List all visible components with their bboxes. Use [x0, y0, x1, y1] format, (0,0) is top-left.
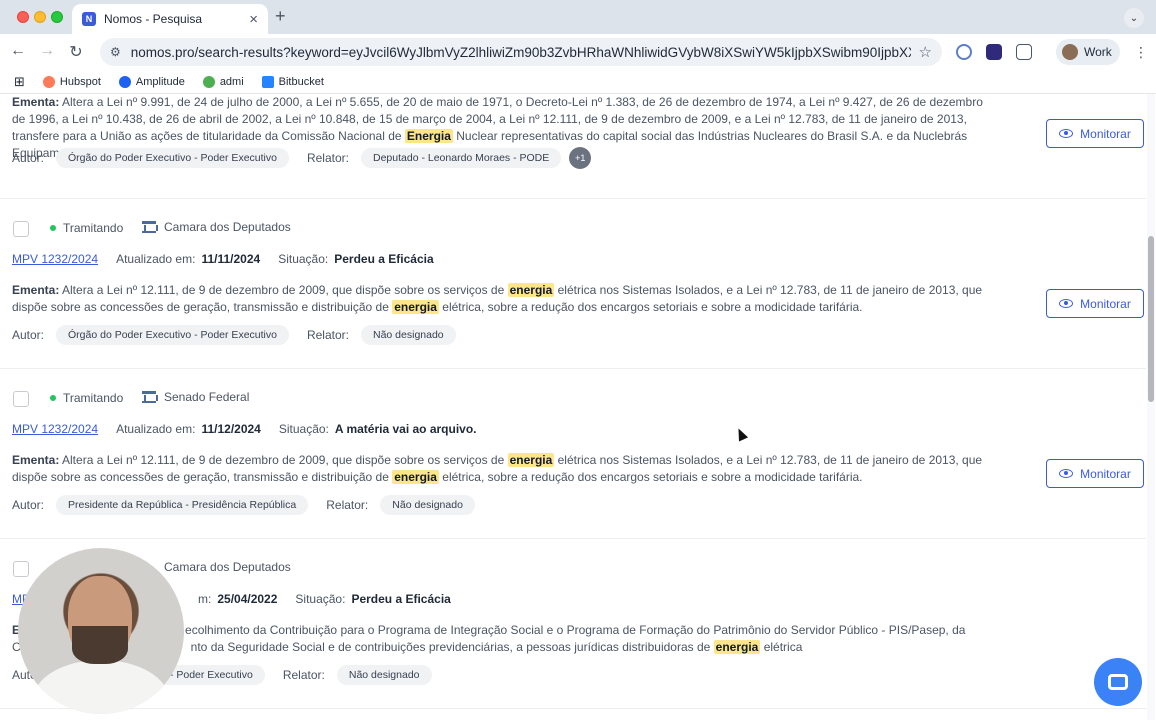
highlight-term: energia — [713, 640, 761, 654]
relator-pill[interactable]: Não designado — [361, 325, 456, 345]
highlight-term: energia — [392, 300, 439, 314]
chat-support-button[interactable] — [1094, 658, 1142, 706]
scrollbar-thumb[interactable] — [1148, 236, 1154, 402]
reload-icon[interactable]: ↻ — [66, 42, 86, 62]
hubspot-icon — [42, 75, 55, 88]
author-row: Autor: Presidente da República - Presidê… — [12, 495, 475, 515]
extension-2-icon[interactable] — [986, 44, 1002, 60]
select-checkbox[interactable] — [13, 221, 29, 237]
select-checkbox[interactable] — [13, 391, 29, 407]
result-card: Ementa: Altera a Lei nº 9.991, de 24 de … — [0, 94, 1146, 199]
relator-pill[interactable]: Não designado — [336, 665, 432, 685]
highlight-term: energia — [507, 283, 555, 297]
author-row: Autor: Órgão do Poder Executivo - Poder … — [12, 147, 592, 169]
status-dot-icon — [50, 395, 56, 401]
highlight-term: Energia — [404, 129, 453, 143]
bookmarks-bar: ⊞ Hubspot Amplitude admi Bitbucket — [0, 70, 1156, 94]
ementa-text: Ementa: Altera a Lei nº 12.111, de 9 de … — [12, 453, 983, 484]
close-window-button[interactable] — [17, 11, 29, 23]
monitor-button[interactable]: Monitorar — [1046, 119, 1144, 148]
chat-bubble-icon — [1108, 674, 1128, 690]
presenter-shoulders — [33, 660, 169, 714]
tab-search-chevron-icon[interactable]: ⌄ — [1124, 8, 1144, 28]
nomos-favicon-icon: N — [82, 12, 96, 26]
meta-row: MPV 1232/2024 Atualizado em: 11/12/2024 S… — [12, 422, 477, 436]
forward-arrow-icon[interactable]: → — [37, 42, 57, 60]
profile-label: Work — [1084, 45, 1112, 59]
select-checkbox[interactable] — [13, 561, 29, 577]
maximize-window-button[interactable] — [51, 11, 63, 23]
monitor-button[interactable]: Monitorar — [1046, 289, 1144, 318]
house-label: Camara dos Deputados — [142, 220, 291, 234]
more-relators-badge[interactable]: +1 — [569, 147, 592, 169]
house-label: Senado Federal — [142, 390, 249, 404]
bookmark-amplitude[interactable]: Amplitude — [118, 75, 185, 88]
browser-toolbar: ← → ↻ ⚙ nomos.pro/search-results?keyword… — [0, 34, 1156, 70]
page-scrollbar[interactable] — [1147, 94, 1155, 720]
bookmark-bitbucket[interactable]: Bitbucket — [261, 75, 324, 88]
browser-menu-icon[interactable]: ⋮ — [1134, 44, 1148, 61]
author-pill[interactable]: Órgão do Poder Executivo - Poder Executi… — [56, 148, 289, 168]
highlight-term: energia — [507, 453, 555, 467]
result-card: Tramitando Camara dos Deputados Monitora… — [0, 119, 1146, 369]
minimize-window-button[interactable] — [34, 11, 46, 23]
browser-tab-strip: N Nomos - Pesquisa × + ⌄ — [0, 0, 1156, 34]
status-dot-icon — [50, 225, 56, 231]
highlight-term: energia — [392, 470, 439, 484]
author-row: Autor: Órgão do Poder Executivo - Poder … — [12, 325, 456, 345]
back-arrow-icon[interactable]: ← — [8, 42, 28, 60]
relator-pill[interactable]: Não designado — [380, 495, 475, 515]
monitor-button[interactable]: Monitorar — [1046, 459, 1144, 488]
amplitude-icon — [118, 75, 131, 88]
extension-1-icon[interactable] — [956, 44, 972, 60]
close-tab-icon[interactable]: × — [249, 11, 258, 28]
apps-grid-icon[interactable]: ⊞ — [14, 74, 25, 90]
url-text[interactable]: nomos.pro/search-results?keyword=eyJvcil… — [131, 45, 911, 60]
status-indicator: Tramitando — [50, 391, 123, 405]
meta-row: MPV 1232/2024 Atualizado em: 11/11/2024 S… — [12, 252, 434, 266]
author-pill[interactable]: Presidente da República - Presidência Re… — [56, 495, 309, 515]
status-indicator: Tramitando — [50, 221, 123, 235]
profile-avatar — [1062, 44, 1078, 60]
ementa-text: Ementa: Altera a Lei nº 12.111, de 9 de … — [12, 283, 983, 314]
result-card: Tramitando Senado Federal Monitorar MPV … — [0, 289, 1146, 539]
webcam-overlay — [18, 548, 184, 714]
relator-pill[interactable]: Deputado - Leonardo Moraes - PODE — [361, 148, 562, 168]
bookmark-star-icon[interactable]: ☆ — [919, 43, 932, 61]
proposition-link[interactable]: MPV 1232/2024 — [12, 252, 98, 266]
admi-icon — [202, 75, 215, 88]
address-bar[interactable]: ⚙ nomos.pro/search-results?keyword=eyJvc… — [100, 38, 942, 66]
bookmark-hubspot[interactable]: Hubspot — [42, 75, 101, 88]
institution-icon — [142, 391, 158, 403]
eye-icon — [1059, 469, 1074, 478]
house-label: Camara dos Deputados — [164, 560, 291, 574]
eye-icon — [1059, 299, 1074, 308]
bitbucket-icon — [261, 75, 274, 88]
new-tab-icon[interactable]: + — [275, 6, 286, 27]
profile-button[interactable]: Work — [1056, 39, 1120, 65]
extensions-puzzle-icon[interactable] — [1016, 44, 1032, 60]
tab-title: Nomos - Pesquisa — [104, 12, 203, 26]
author-pill[interactable]: Órgão do Poder Executivo - Poder Executi… — [56, 325, 289, 345]
bookmark-admi[interactable]: admi — [202, 75, 244, 88]
proposition-link[interactable]: MPV 1232/2024 — [12, 422, 98, 436]
site-settings-icon[interactable]: ⚙ — [110, 45, 121, 59]
eye-icon — [1059, 129, 1074, 138]
presenter-beard — [72, 626, 128, 664]
institution-icon — [142, 221, 158, 233]
active-tab[interactable]: N Nomos - Pesquisa × — [72, 4, 268, 34]
